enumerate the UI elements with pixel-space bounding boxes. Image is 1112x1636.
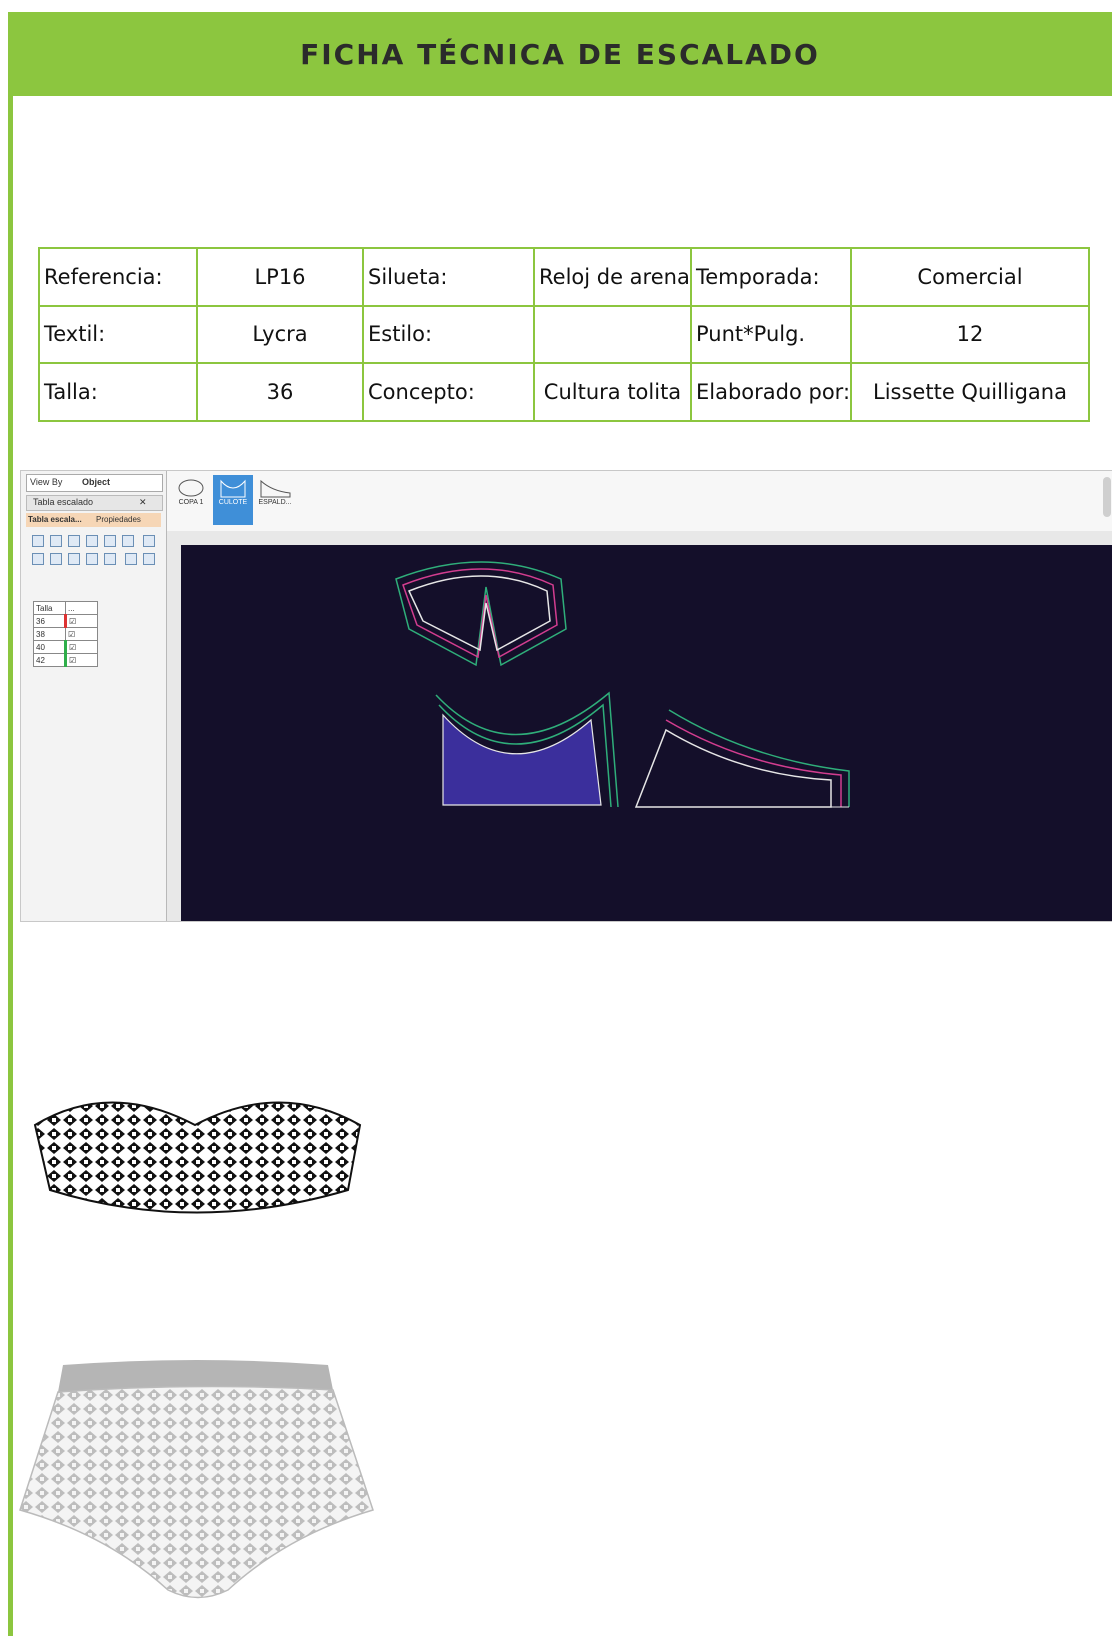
- piece-thumb-label: CULOTE: [218, 499, 248, 506]
- tool-icon[interactable]: [86, 535, 98, 547]
- size-table-header: ...: [65, 601, 98, 615]
- spec-label: Textil:: [38, 304, 198, 365]
- tool-icon[interactable]: [104, 535, 116, 547]
- size-row[interactable]: 42: [33, 653, 67, 667]
- size-check[interactable]: ☑: [65, 627, 98, 641]
- piece-thumb-label: COPA 1: [178, 499, 204, 506]
- size-check[interactable]: ☑: [65, 614, 98, 628]
- panel-toolbar: [29, 533, 159, 569]
- tool-icon[interactable]: [104, 553, 116, 565]
- spec-value: Lissette Quilligana: [850, 362, 1090, 422]
- horizontal-ruler: [167, 531, 1112, 546]
- tool-icon[interactable]: [32, 535, 44, 547]
- spec-value: Reloj de arena: [533, 247, 692, 307]
- spec-label: Temporada:: [690, 247, 852, 307]
- size-row[interactable]: 38: [33, 627, 66, 641]
- spec-value: LP16: [196, 247, 364, 307]
- pattern-canvas: [181, 545, 1112, 921]
- piece-thumb-culote[interactable]: CULOTE: [213, 475, 253, 525]
- tool-icon[interactable]: [122, 535, 134, 547]
- size-check[interactable]: ☑: [65, 653, 98, 667]
- size-table-header: Talla: [33, 601, 66, 615]
- vertical-scrollbar[interactable]: [1103, 477, 1111, 517]
- panel-tabs: Tabla escala... Propiedades: [26, 513, 161, 527]
- vertical-ruler: [167, 545, 182, 921]
- panel-title: Tabla escalado: [33, 497, 94, 507]
- spec-value: 12: [850, 304, 1090, 365]
- piece-thumb-espalda[interactable]: ESPALD...: [255, 475, 295, 525]
- spec-label: Elaborado por:: [690, 362, 852, 422]
- spec-label: Estilo:: [362, 304, 535, 365]
- tool-icon[interactable]: [68, 535, 80, 547]
- left-accent-bar: [8, 12, 13, 1636]
- back-piece-icon: [260, 479, 291, 498]
- spec-label: Silueta:: [362, 247, 535, 307]
- tab-tabla-escalado[interactable]: Tabla escala...: [28, 515, 82, 524]
- size-row[interactable]: 36: [33, 614, 67, 628]
- spec-value: Cultura tolita: [533, 362, 692, 422]
- brief-bottom-illustration: [19, 1360, 374, 1599]
- tab-propiedades[interactable]: Propiedades: [96, 515, 141, 524]
- tool-icon[interactable]: [32, 553, 44, 565]
- title-banner: FICHA TÉCNICA DE ESCALADO: [8, 12, 1112, 96]
- spec-row: Referencia: LP16 Silueta: Reloj de arena…: [38, 247, 1090, 307]
- tool-icon[interactable]: [50, 535, 62, 547]
- size-table: Talla ... 36 ☑ 38 ☑ 40 ☑ 42 ☑: [33, 601, 98, 667]
- piece-thumbnail-strip: COPA 1 CULOTE ESPALD...: [167, 471, 1112, 532]
- close-icon[interactable]: ✕: [139, 497, 147, 508]
- spec-label: Referencia:: [38, 247, 198, 307]
- tool-icon[interactable]: [142, 535, 155, 547]
- tool-icon[interactable]: [124, 553, 137, 565]
- piece-thumb-copa[interactable]: COPA 1: [171, 475, 211, 525]
- page-title: FICHA TÉCNICA DE ESCALADO: [300, 37, 820, 71]
- cup-piece-icon: [178, 479, 204, 497]
- spec-label: Talla:: [38, 362, 198, 422]
- spec-table: Referencia: LP16 Silueta: Reloj de arena…: [38, 247, 1090, 422]
- spec-value: [533, 304, 692, 365]
- size-check[interactable]: ☑: [65, 640, 98, 654]
- size-row[interactable]: 40: [33, 640, 67, 654]
- bandeau-top-illustration: [33, 1101, 362, 1214]
- spec-row: Talla: 36 Concepto: Cultura tolita Elabo…: [38, 362, 1090, 422]
- cad-grading-window: View By Object Tabla escalado ✕ Tabla es…: [20, 470, 1112, 922]
- panel-title-bar: Tabla escalado ✕: [26, 495, 163, 511]
- grading-panel: View By Object Tabla escalado ✕ Tabla es…: [21, 471, 167, 921]
- spec-value: Comercial: [850, 247, 1090, 307]
- tool-icon[interactable]: [86, 553, 98, 565]
- tool-icon[interactable]: [50, 553, 62, 565]
- piece-thumb-label: ESPALD...: [258, 499, 292, 506]
- tool-icon[interactable]: [142, 553, 155, 565]
- spec-value: 36: [196, 362, 364, 422]
- spec-value: Lycra: [196, 304, 364, 365]
- tool-icon[interactable]: [68, 553, 80, 565]
- spec-label: Punt*Pulg.: [690, 304, 852, 365]
- spec-label: Concepto:: [362, 362, 535, 422]
- view-by-select[interactable]: View By Object: [26, 474, 163, 492]
- view-by-label: View By: [30, 477, 63, 487]
- spec-row: Textil: Lycra Estilo: Punt*Pulg. 12: [38, 304, 1090, 365]
- view-by-value: Object: [82, 477, 111, 487]
- brief-piece-icon: [220, 479, 246, 498]
- graded-pattern-drawing: [395, 561, 850, 808]
